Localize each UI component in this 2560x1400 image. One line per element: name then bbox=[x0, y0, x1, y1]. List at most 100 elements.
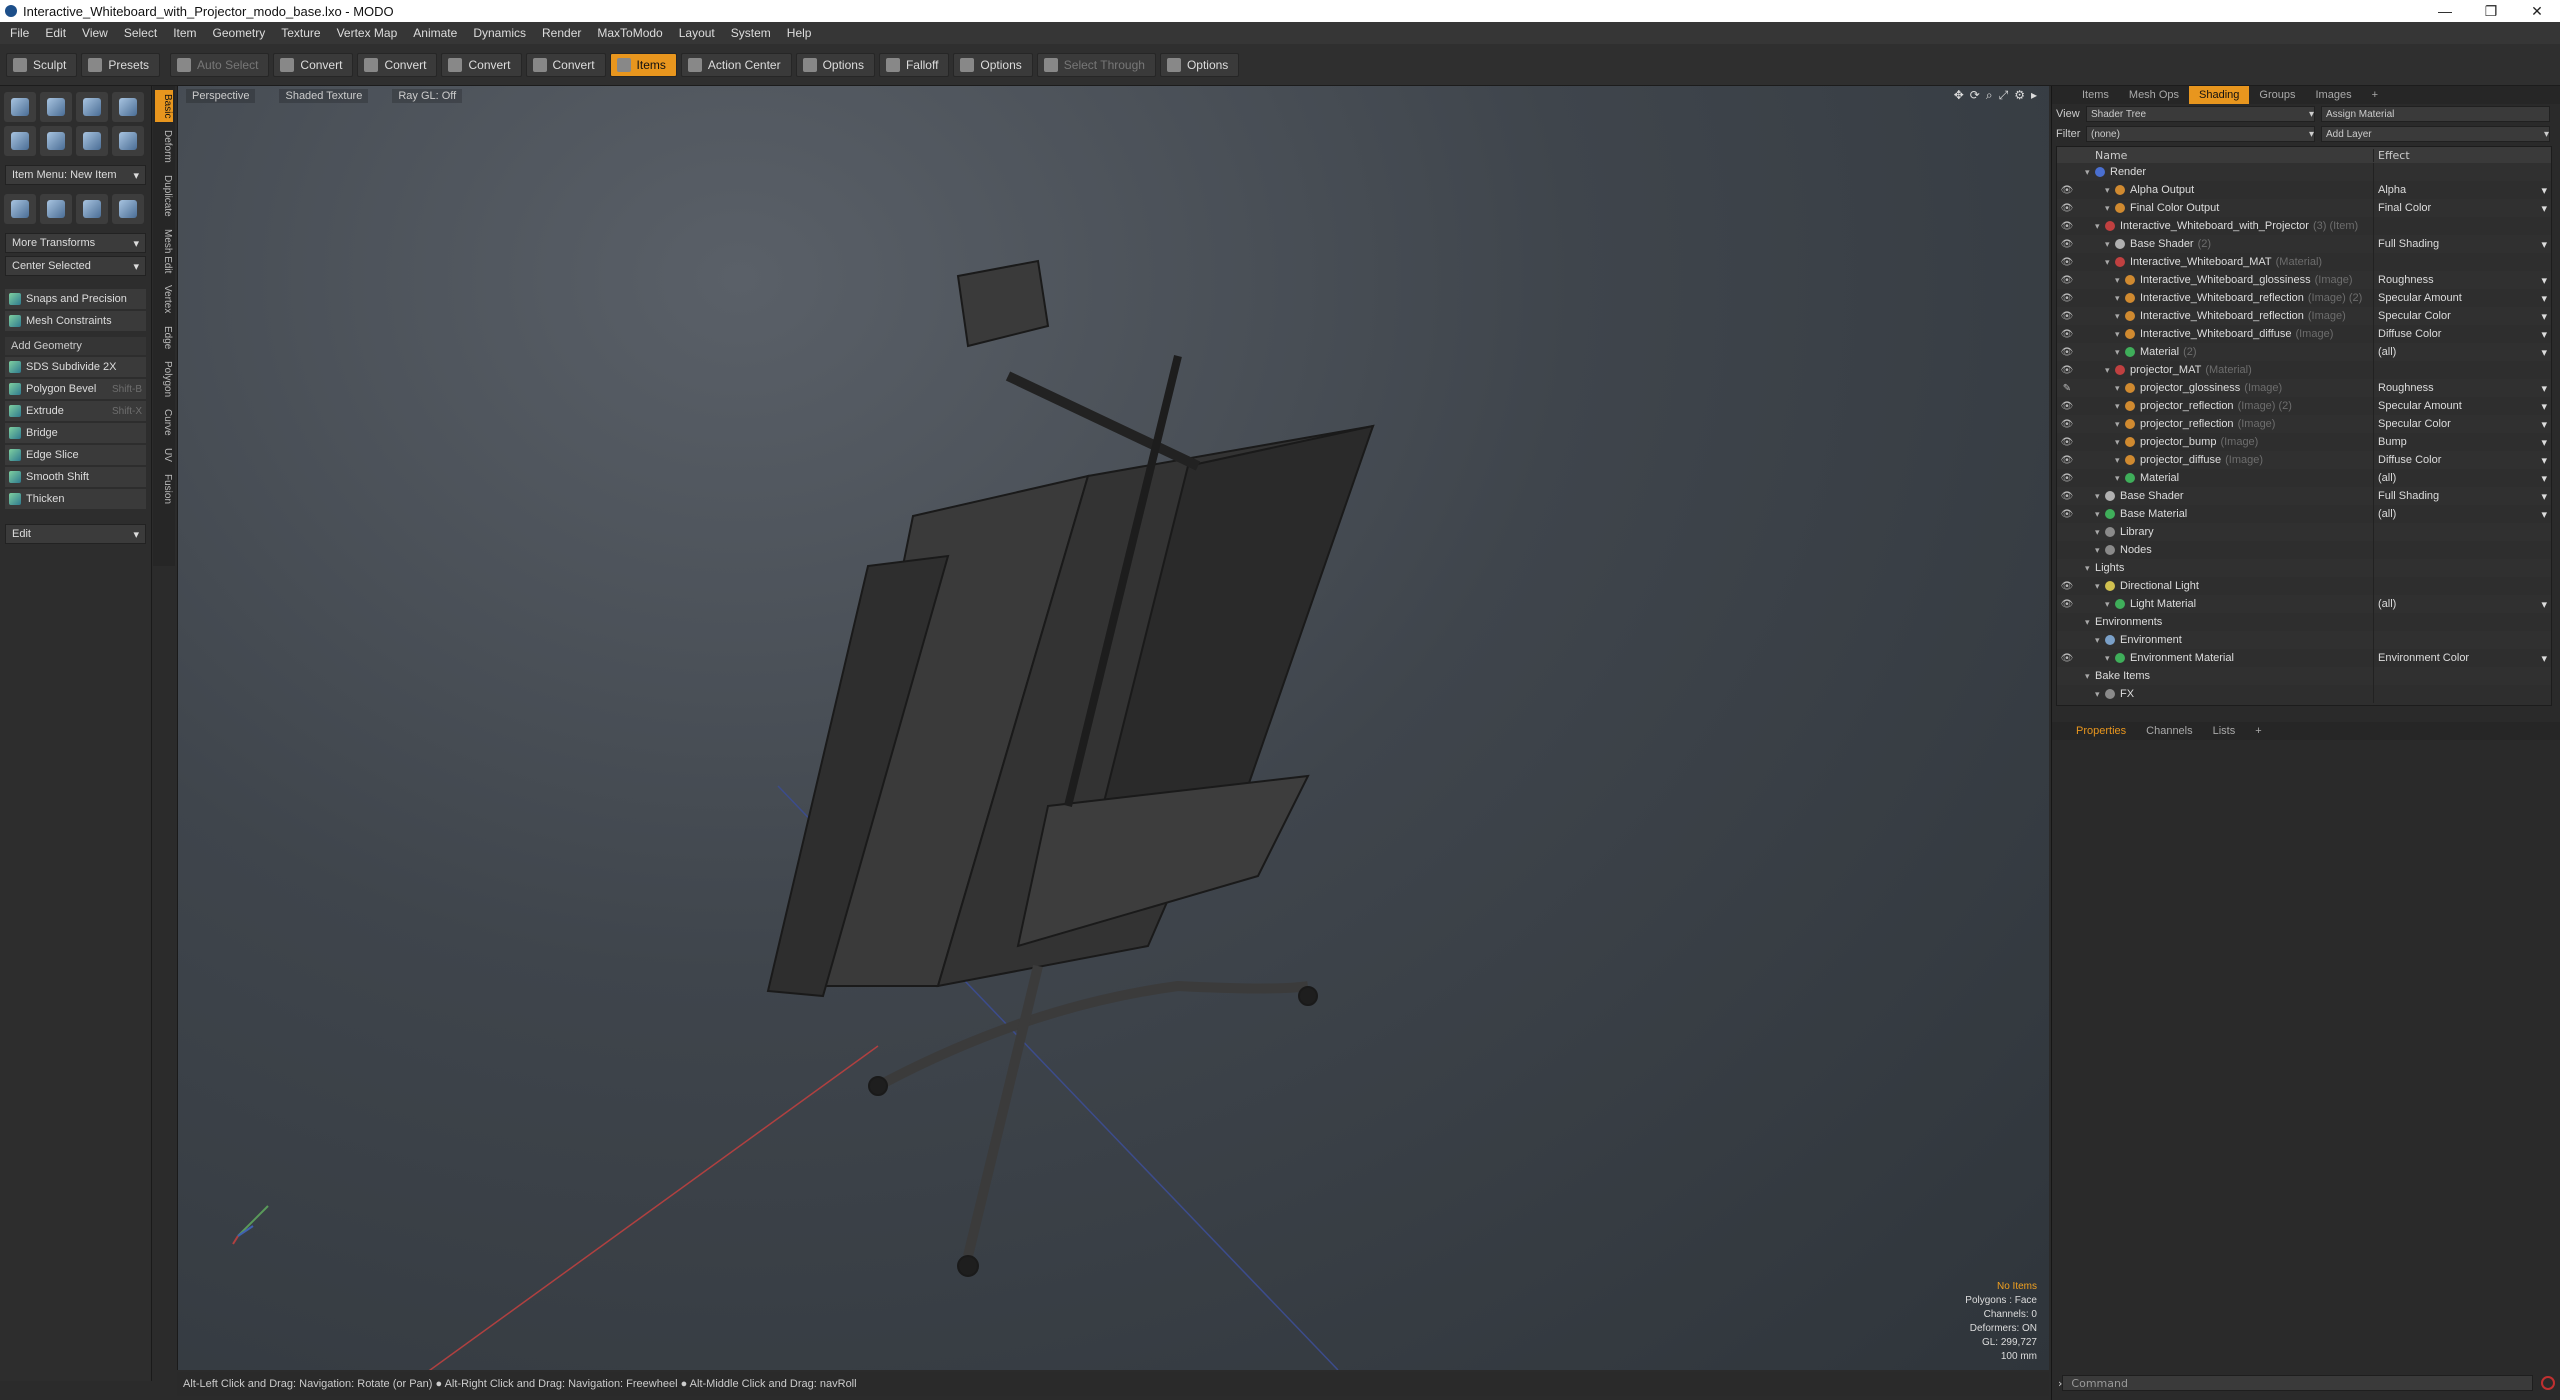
vtab-uv[interactable]: UV bbox=[155, 444, 173, 466]
tree-row[interactable]: 👁 ▾ Base Material (all) ▾ bbox=[2057, 505, 2551, 523]
expand-arrow-icon[interactable]: ▾ bbox=[2095, 581, 2105, 592]
effect-dropdown[interactable]: Specular Amount ▾ bbox=[2373, 289, 2551, 307]
tab-lists[interactable]: Lists bbox=[2203, 722, 2246, 740]
falloff-options[interactable]: Options bbox=[953, 52, 1033, 77]
menu-dynamics[interactable]: Dynamics bbox=[473, 26, 526, 40]
effect-dropdown[interactable] bbox=[2373, 541, 2551, 559]
view-dropdown[interactable]: Shader Tree ▾ bbox=[2086, 106, 2315, 122]
expand-arrow-icon[interactable]: ▾ bbox=[2085, 563, 2095, 574]
effect-dropdown[interactable]: Specular Color ▾ bbox=[2373, 415, 2551, 433]
menu-file[interactable]: File bbox=[10, 26, 29, 40]
tree-row[interactable]: 👁 ▾ Material (2) (all) ▾ bbox=[2057, 343, 2551, 361]
expand-arrow-icon[interactable]: ▾ bbox=[2105, 257, 2115, 268]
effect-dropdown[interactable] bbox=[2373, 163, 2551, 181]
expand-arrow-icon[interactable]: ▾ bbox=[2115, 401, 2125, 412]
tab-shading[interactable]: Shading bbox=[2189, 86, 2250, 104]
convert-button-3[interactable]: Convert bbox=[441, 52, 522, 77]
effect-dropdown[interactable]: (all) ▾ bbox=[2373, 505, 2551, 523]
tree-row[interactable]: 👁 ▾ Interactive_Whiteboard_reflection (Imag… bbox=[2057, 307, 2551, 325]
auto-select-button[interactable]: Auto Select bbox=[170, 52, 270, 77]
tab-images[interactable]: Images bbox=[2306, 86, 2362, 104]
tree-row[interactable]: 👁 ▾ Alpha Output Alpha ▾ bbox=[2057, 181, 2551, 199]
expand-arrow-icon[interactable]: ▾ bbox=[2115, 419, 2125, 430]
expand-arrow-icon[interactable]: ▾ bbox=[2085, 617, 2095, 628]
menu-help[interactable]: Help bbox=[787, 26, 812, 40]
more-transforms-dropdown[interactable]: More Transforms ▾ bbox=[5, 233, 146, 253]
effect-dropdown[interactable]: Full Shading ▾ bbox=[2373, 487, 2551, 505]
tool-polygon-bevel[interactable]: Polygon Bevel Shift-B bbox=[5, 379, 146, 399]
select-through-options[interactable]: Options bbox=[1159, 52, 1240, 77]
menu-render[interactable]: Render bbox=[542, 26, 581, 40]
snaps-precision-button[interactable]: Snaps and Precision bbox=[5, 289, 146, 309]
minimize-button[interactable]: — bbox=[2422, 0, 2468, 22]
tree-row[interactable]: ▾ Nodes bbox=[2057, 541, 2551, 559]
text-icon[interactable] bbox=[112, 126, 144, 156]
effect-dropdown[interactable]: Specular Color ▾ bbox=[2373, 307, 2551, 325]
effect-dropdown[interactable] bbox=[2373, 577, 2551, 595]
expand-arrow-icon[interactable]: ▾ bbox=[2115, 383, 2125, 394]
expand-arrow-icon[interactable]: ▾ bbox=[2095, 689, 2105, 700]
menu-animate[interactable]: Animate bbox=[413, 26, 457, 40]
expand-arrow-icon[interactable]: ▾ bbox=[2115, 455, 2125, 466]
effect-dropdown[interactable]: Alpha ▾ bbox=[2373, 181, 2551, 199]
menu-system[interactable]: System bbox=[731, 26, 771, 40]
visibility-eye-icon[interactable]: 👁 bbox=[2057, 329, 2077, 340]
visibility-eye-icon[interactable]: 👁 bbox=[2057, 653, 2077, 664]
effect-dropdown[interactable]: Final Color ▾ bbox=[2373, 199, 2551, 217]
tab-mesh-ops[interactable]: Mesh Ops bbox=[2119, 86, 2189, 104]
visibility-eye-icon[interactable]: ✎ bbox=[2057, 383, 2077, 394]
filter-dropdown[interactable]: (none) ▾ bbox=[2086, 126, 2315, 142]
tab-properties[interactable]: Properties bbox=[2066, 722, 2136, 740]
cone-icon[interactable] bbox=[112, 92, 144, 122]
effect-dropdown[interactable] bbox=[2373, 559, 2551, 577]
move-icon[interactable] bbox=[4, 194, 36, 224]
effect-dropdown[interactable]: Bump ▾ bbox=[2373, 433, 2551, 451]
center-selected-dropdown[interactable]: Center Selected ▾ bbox=[5, 256, 146, 276]
name-column-header[interactable]: Name bbox=[2057, 149, 2373, 162]
vtab-duplicate[interactable]: Duplicate bbox=[155, 171, 173, 221]
menu-texture[interactable]: Texture bbox=[281, 26, 320, 40]
convert-button-1[interactable]: Convert bbox=[273, 52, 354, 77]
tree-row[interactable]: 👁 ▾ projector_MAT (Material) bbox=[2057, 361, 2551, 379]
vtab-curve[interactable]: Curve bbox=[155, 405, 173, 440]
expand-arrow-icon[interactable]: ▾ bbox=[2095, 491, 2105, 502]
mesh-constraints-button[interactable]: Mesh Constraints bbox=[5, 311, 146, 331]
visibility-eye-icon[interactable]: 👁 bbox=[2057, 221, 2077, 232]
tree-row[interactable]: ▾ Library bbox=[2057, 523, 2551, 541]
effect-dropdown[interactable]: Roughness ▾ bbox=[2373, 379, 2551, 397]
expand-arrow-icon[interactable]: ▾ bbox=[2085, 167, 2095, 178]
vtab-fusion[interactable]: Fusion bbox=[155, 470, 173, 508]
effect-dropdown[interactable]: Environment Color ▾ bbox=[2373, 649, 2551, 667]
command-input[interactable]: Command bbox=[2062, 1375, 2533, 1391]
effect-dropdown[interactable]: Diffuse Color ▾ bbox=[2373, 451, 2551, 469]
effect-dropdown[interactable]: (all) ▾ bbox=[2373, 595, 2551, 613]
expand-arrow-icon[interactable]: ▾ bbox=[2115, 473, 2125, 484]
select-through-button[interactable]: Select Through bbox=[1036, 52, 1156, 77]
tab-channels[interactable]: Channels bbox=[2136, 722, 2202, 740]
tree-row[interactable]: 👁 ▾ projector_reflection (Image) Specular Co… bbox=[2057, 415, 2551, 433]
visibility-eye-icon[interactable]: 👁 bbox=[2057, 275, 2077, 286]
visibility-eye-icon[interactable]: 👁 bbox=[2057, 203, 2077, 214]
tree-row[interactable]: 👁 ▾ Interactive_Whiteboard_diffuse (Image) D… bbox=[2057, 325, 2551, 343]
tree-row[interactable]: 👁 ▾ Interactive_Whiteboard_with_Projector(… bbox=[2057, 217, 2551, 235]
tree-row[interactable]: 👁 ▾ Environment Material Environment Color ▾ bbox=[2057, 649, 2551, 667]
tree-row[interactable]: 👁 ▾ projector_bump (Image) Bump ▾ bbox=[2057, 433, 2551, 451]
menu-view[interactable]: View bbox=[82, 26, 108, 40]
falloff-button[interactable]: Falloff bbox=[878, 52, 950, 77]
visibility-eye-icon[interactable]: 👁 bbox=[2057, 293, 2077, 304]
edit-dropdown[interactable]: Edit ▾ bbox=[5, 524, 146, 544]
tree-row[interactable]: 👁 ▾ projector_reflection (Image) (2) Specula… bbox=[2057, 397, 2551, 415]
expand-arrow-icon[interactable]: ▾ bbox=[2115, 329, 2125, 340]
expand-arrow-icon[interactable]: ▾ bbox=[2095, 509, 2105, 520]
tree-row[interactable]: 👁 ▾ Interactive_Whiteboard_reflection (Imag… bbox=[2057, 289, 2551, 307]
effect-dropdown[interactable]: Roughness ▾ bbox=[2373, 271, 2551, 289]
visibility-eye-icon[interactable]: 👁 bbox=[2057, 311, 2077, 322]
vtab-polygon[interactable]: Polygon bbox=[155, 357, 173, 401]
effect-dropdown[interactable] bbox=[2373, 685, 2551, 703]
effect-column-header[interactable]: Effect bbox=[2373, 148, 2551, 162]
effect-dropdown[interactable]: (all) ▾ bbox=[2373, 469, 2551, 487]
effect-dropdown[interactable] bbox=[2373, 253, 2551, 271]
restore-button[interactable]: ❐ bbox=[2468, 0, 2514, 22]
tab-groups[interactable]: Groups bbox=[2249, 86, 2305, 104]
items-mode-button[interactable]: Items bbox=[609, 52, 677, 77]
